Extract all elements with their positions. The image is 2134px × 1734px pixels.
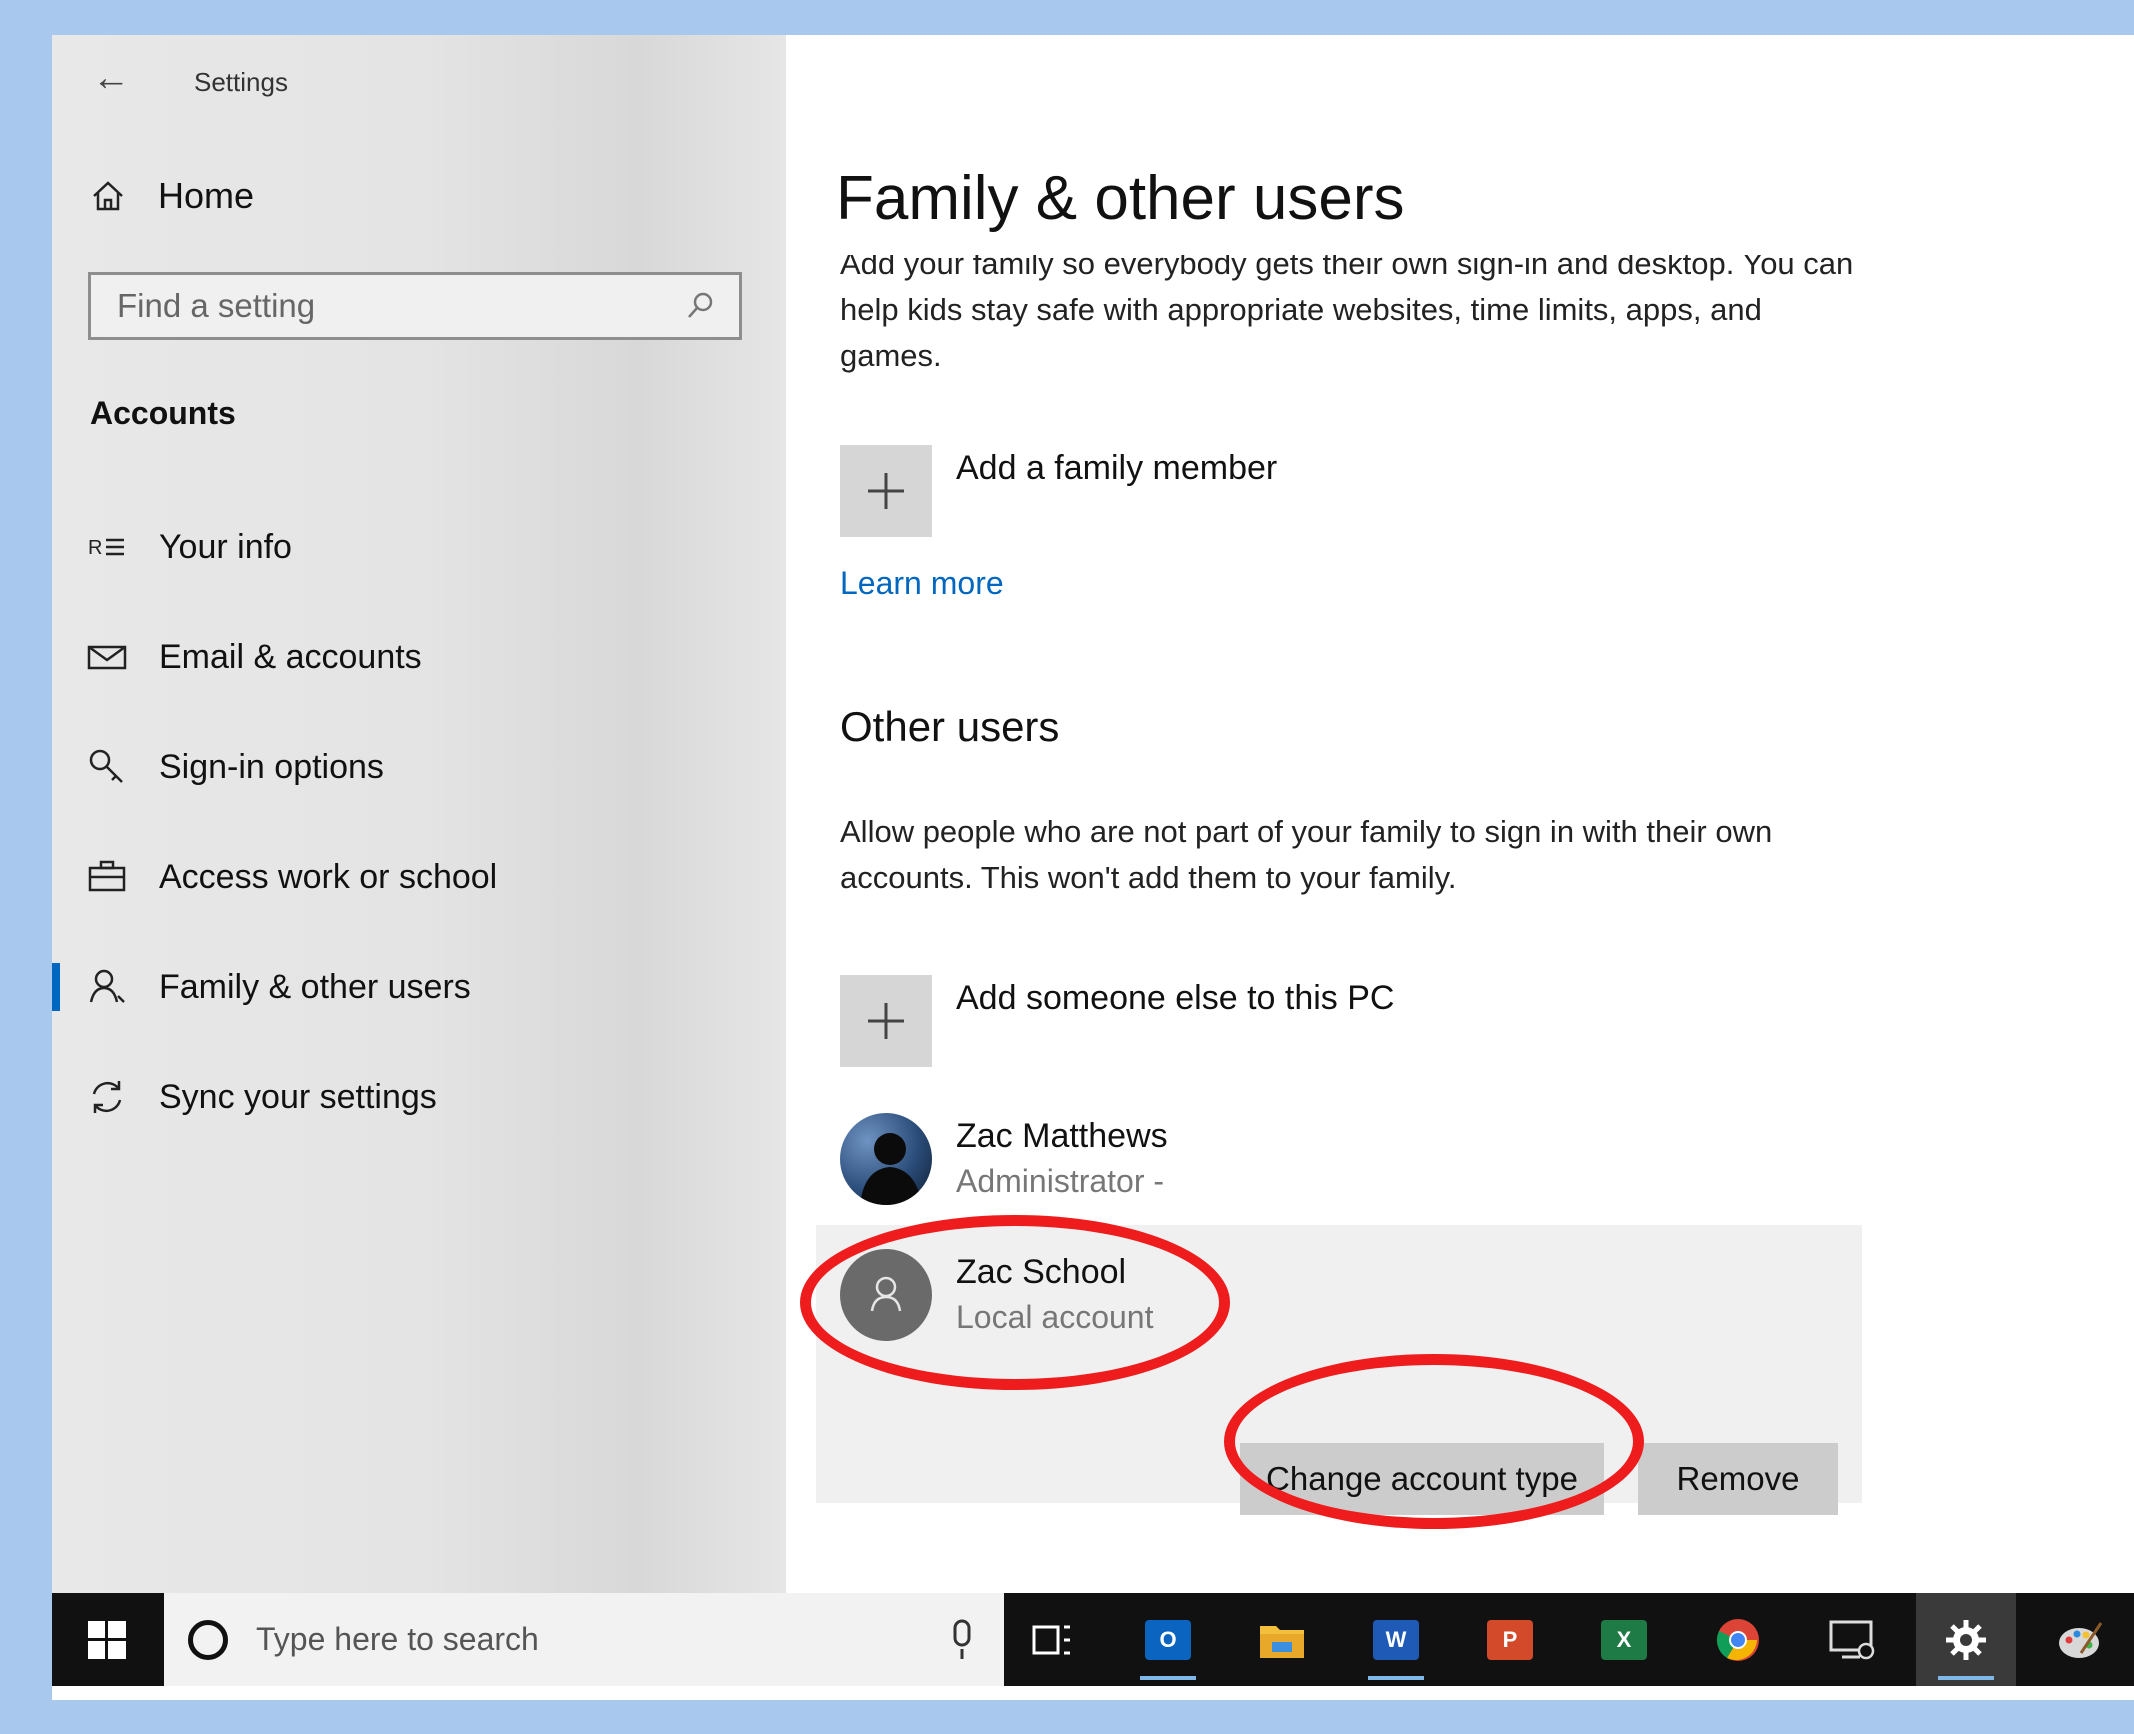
home-icon bbox=[93, 181, 123, 211]
person-icon bbox=[870, 1276, 902, 1312]
back-arrow-icon[interactable]: ← bbox=[92, 57, 130, 100]
sidebar-item-label: Sign-in options bbox=[159, 747, 384, 786]
contact-card-icon: R bbox=[88, 537, 124, 559]
user-name[interactable]: Zac School bbox=[956, 1253, 1126, 1292]
find-setting-search[interactable] bbox=[88, 272, 742, 340]
learn-more-link[interactable]: Learn more bbox=[840, 565, 1004, 602]
start-button[interactable] bbox=[52, 1593, 162, 1686]
sidebar-item-sign-in-options[interactable]: Sign-in options bbox=[52, 727, 786, 807]
outlook-logo: O bbox=[1145, 1619, 1191, 1660]
family-description-text: Add your family so everybody gets their … bbox=[840, 255, 1854, 373]
chrome-logo bbox=[1716, 1618, 1759, 1661]
add-family-member-label[interactable]: Add a family member bbox=[956, 449, 1277, 488]
sidebar-item-your-info[interactable]: R Your info bbox=[52, 507, 786, 587]
sidebar-item-sync-settings[interactable]: Sync your settings bbox=[52, 1057, 786, 1137]
monitor-icon bbox=[1829, 1620, 1875, 1659]
excel-icon[interactable]: X bbox=[1574, 1593, 1674, 1686]
sidebar-item-label: Access work or school bbox=[159, 857, 498, 896]
window-title: Settings bbox=[194, 67, 288, 97]
sidebar-item-access-work-school[interactable]: Access work or school bbox=[52, 837, 786, 917]
user-account-type: Local account bbox=[956, 1299, 1154, 1335]
taskbar-search[interactable]: Type here to search bbox=[164, 1593, 1004, 1686]
windows-logo-icon bbox=[88, 1620, 126, 1659]
user-avatar-zac-school[interactable] bbox=[840, 1249, 932, 1341]
svg-text:R: R bbox=[88, 537, 102, 559]
word-icon[interactable]: W bbox=[1346, 1593, 1446, 1686]
taskbar: Type here to search O W P X bbox=[52, 1593, 2134, 1686]
add-family-member-button[interactable] bbox=[840, 445, 932, 537]
palette-icon bbox=[2059, 1621, 2103, 1658]
other-users-heading: Other users bbox=[840, 703, 1060, 750]
add-someone-label[interactable]: Add someone else to this PC bbox=[956, 979, 1394, 1018]
sidebar-section-accounts: Accounts bbox=[90, 395, 236, 431]
briefcase-icon bbox=[88, 860, 126, 892]
folder-icon bbox=[1260, 1625, 1304, 1658]
user-role: Administrator - bbox=[956, 1163, 1165, 1199]
user-silhouette-icon bbox=[860, 1133, 922, 1205]
running-indicator bbox=[1368, 1676, 1424, 1680]
sidebar-item-email-accounts[interactable]: Email & accounts bbox=[52, 617, 786, 697]
chrome-icon[interactable] bbox=[1688, 1593, 1788, 1686]
change-account-type-button[interactable]: Change account type bbox=[1240, 1443, 1604, 1515]
powerpoint-icon[interactable]: P bbox=[1460, 1593, 1560, 1686]
main-content: Family & other users Add your family so … bbox=[786, 35, 2134, 1593]
powerpoint-logo: P bbox=[1487, 1619, 1533, 1660]
user-name[interactable]: Zac Matthews bbox=[956, 1117, 1168, 1156]
find-setting-input[interactable] bbox=[115, 286, 685, 326]
key-icon bbox=[89, 749, 123, 783]
sidebar-item-label: Email & accounts bbox=[159, 637, 422, 676]
person-icon bbox=[89, 969, 125, 1003]
mail-icon bbox=[87, 645, 127, 670]
paint-icon[interactable] bbox=[2030, 1593, 2130, 1686]
sidebar-item-family-other-users[interactable]: Family & other users bbox=[52, 947, 786, 1027]
outlook-icon[interactable]: O bbox=[1118, 1593, 1218, 1686]
task-view-glyph bbox=[1032, 1625, 1070, 1654]
taskbar-search-placeholder: Type here to search bbox=[256, 1621, 539, 1657]
remote-desktop-icon[interactable] bbox=[1802, 1593, 1902, 1686]
other-users-description: Allow people who are not part of your fa… bbox=[840, 814, 1773, 895]
sidebar-item-label: Family & other users bbox=[159, 967, 471, 1006]
task-view-icon[interactable] bbox=[1002, 1593, 1102, 1686]
search-icon[interactable] bbox=[685, 291, 715, 321]
excel-logo: X bbox=[1601, 1619, 1647, 1660]
microphone-icon[interactable] bbox=[944, 1619, 980, 1661]
cortana-icon[interactable] bbox=[188, 1619, 228, 1660]
running-indicator bbox=[1140, 1676, 1196, 1680]
sync-icon bbox=[92, 1081, 122, 1113]
gear-icon bbox=[1946, 1619, 1986, 1660]
file-explorer-icon[interactable] bbox=[1232, 1593, 1332, 1686]
plus-icon bbox=[868, 1003, 904, 1039]
word-logo: W bbox=[1373, 1619, 1419, 1660]
plus-icon bbox=[868, 473, 904, 509]
sidebar-item-label: Your info bbox=[159, 527, 292, 566]
family-description: Add your family so everybody gets their … bbox=[840, 255, 1860, 393]
remove-button[interactable]: Remove bbox=[1638, 1443, 1838, 1515]
sidebar-item-label: Sync your settings bbox=[159, 1077, 437, 1116]
sidebar-home-label: Home bbox=[158, 175, 255, 216]
running-indicator bbox=[1938, 1676, 1994, 1680]
sidebar-home[interactable]: Home bbox=[88, 175, 254, 217]
page-title: Family & other users bbox=[836, 164, 1405, 233]
add-someone-button[interactable] bbox=[840, 975, 932, 1067]
settings-app-icon[interactable] bbox=[1916, 1593, 2016, 1686]
user-avatar-zac-matthews[interactable] bbox=[840, 1113, 932, 1205]
settings-sidebar: ← Settings Home Accounts R Your info Ema… bbox=[52, 35, 786, 1593]
